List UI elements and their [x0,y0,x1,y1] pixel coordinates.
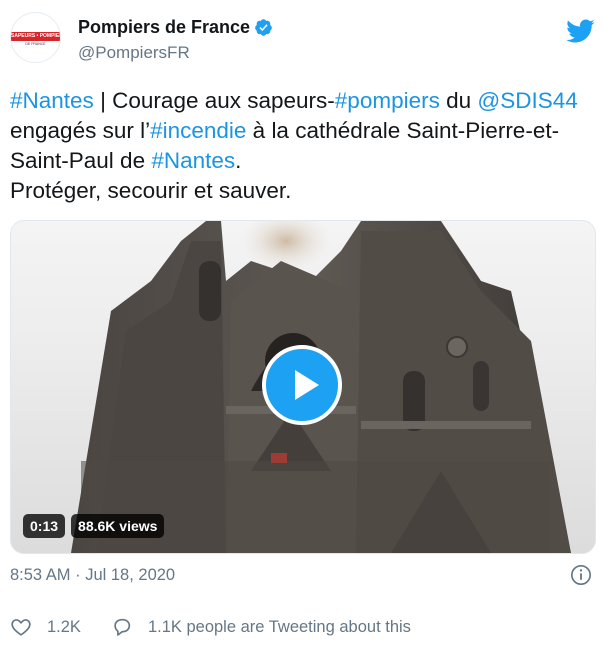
conversation-text: 1.1K people are Tweeting about this [147,617,411,636]
like-count: 1.2K [47,617,81,636]
tweet-header: SAPEURS • POMPIERS DE FRANCE Pompiers de… [10,12,595,64]
avatar[interactable]: SAPEURS • POMPIERS DE FRANCE [10,12,61,63]
tweet-text-segment: à la cathédrale Saint-Pierre-et- [246,118,560,143]
like-button[interactable]: 1.2K [10,616,81,638]
hashtag-nantes[interactable]: #Nantes [151,148,235,173]
play-icon [295,370,319,400]
tweet-actions: 1.2K 1.1K people are Tweeting about this [10,612,411,642]
tweet-timestamp[interactable]: 8:53 AM · Jul 18, 2020 [10,566,175,585]
conversation-link[interactable]: 1.1K people are Tweeting about this [111,616,411,638]
verified-badge-icon [255,19,272,36]
tweet-text-segment: | Courage aux sapeurs- [93,88,335,113]
hashtag-nantes[interactable]: #Nantes [10,88,94,113]
twitter-bird-icon[interactable] [565,18,595,44]
hashtag-pompiers[interactable]: #pompiers [335,88,440,113]
tweet-line-1: #Nantes | Courage aux sapeurs-#pompiers … [10,86,600,116]
avatar-ribbon-text: SAPEURS • POMPIERS [11,32,61,41]
mention-sdis44[interactable]: @SDIS44 [477,88,577,113]
tweet-text: #Nantes | Courage aux sapeurs-#pompiers … [10,86,600,206]
tweet-text-segment: du [439,88,478,113]
tweet-text-segment: . [235,148,242,173]
video-player[interactable]: 0:13 88.6K views [10,220,596,554]
play-button[interactable] [262,345,342,425]
account-handle[interactable]: @PompiersFR [78,43,190,63]
video-badges: 0:13 88.6K views [23,514,165,538]
speech-bubble-icon [114,618,131,636]
heart-icon [11,619,31,636]
tweet-line-4: Protéger, secourir et sauver. [10,178,292,203]
tweet-text-segment: Saint-Paul de [10,148,152,173]
display-name-text: Pompiers de France [78,17,251,37]
display-name[interactable]: Pompiers de France [78,17,273,38]
avatar-sub-text: DE FRANCE [25,42,46,46]
info-icon[interactable] [570,564,592,586]
tweet-text-segment: engagés sur l’ [10,118,151,143]
hashtag-incendie[interactable]: #incendie [150,118,246,143]
tweet-line-2: engagés sur l’#incendie à la cathédrale … [10,116,600,146]
video-duration: 0:13 [23,514,66,538]
video-views: 88.6K views [71,514,165,538]
tweet-line-3: Saint-Paul de #Nantes. [10,146,600,176]
